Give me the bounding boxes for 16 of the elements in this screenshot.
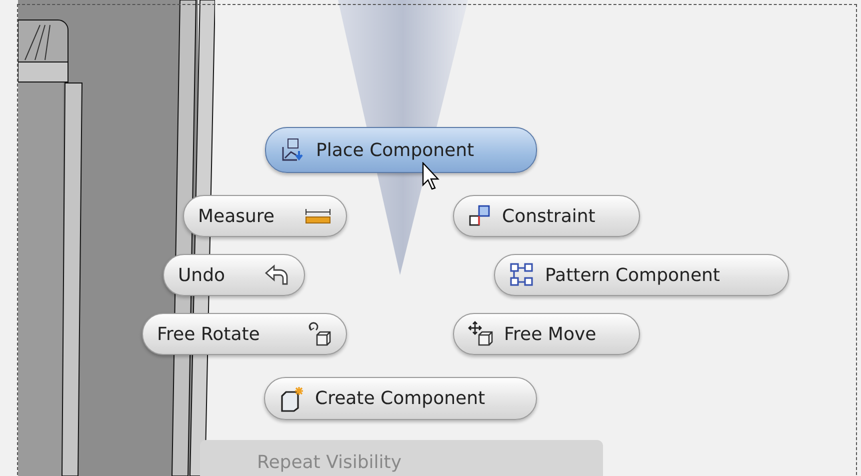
pattern-icon <box>509 262 535 288</box>
menu-item[interactable]: Constraint <box>453 195 640 237</box>
constraint-icon <box>468 204 492 228</box>
menu-item[interactable]: Pattern Component <box>494 254 789 296</box>
ruler-icon <box>304 207 332 225</box>
menu-item[interactable]: Free Move <box>453 313 640 355</box>
new-component-icon <box>279 386 305 412</box>
rotate-cube-icon <box>306 321 332 347</box>
move-cube-icon <box>468 321 494 347</box>
mouse-cursor <box>422 162 442 192</box>
undo-arrow-icon <box>264 264 290 286</box>
menu-item[interactable]: Free Rotate <box>142 313 347 355</box>
menu-item[interactable]: Measure <box>183 195 347 237</box>
menu-item[interactable]: Create Component <box>264 377 537 420</box>
menu-item[interactable]: Place Component <box>265 127 537 173</box>
menu-item[interactable]: Undo <box>163 254 305 296</box>
